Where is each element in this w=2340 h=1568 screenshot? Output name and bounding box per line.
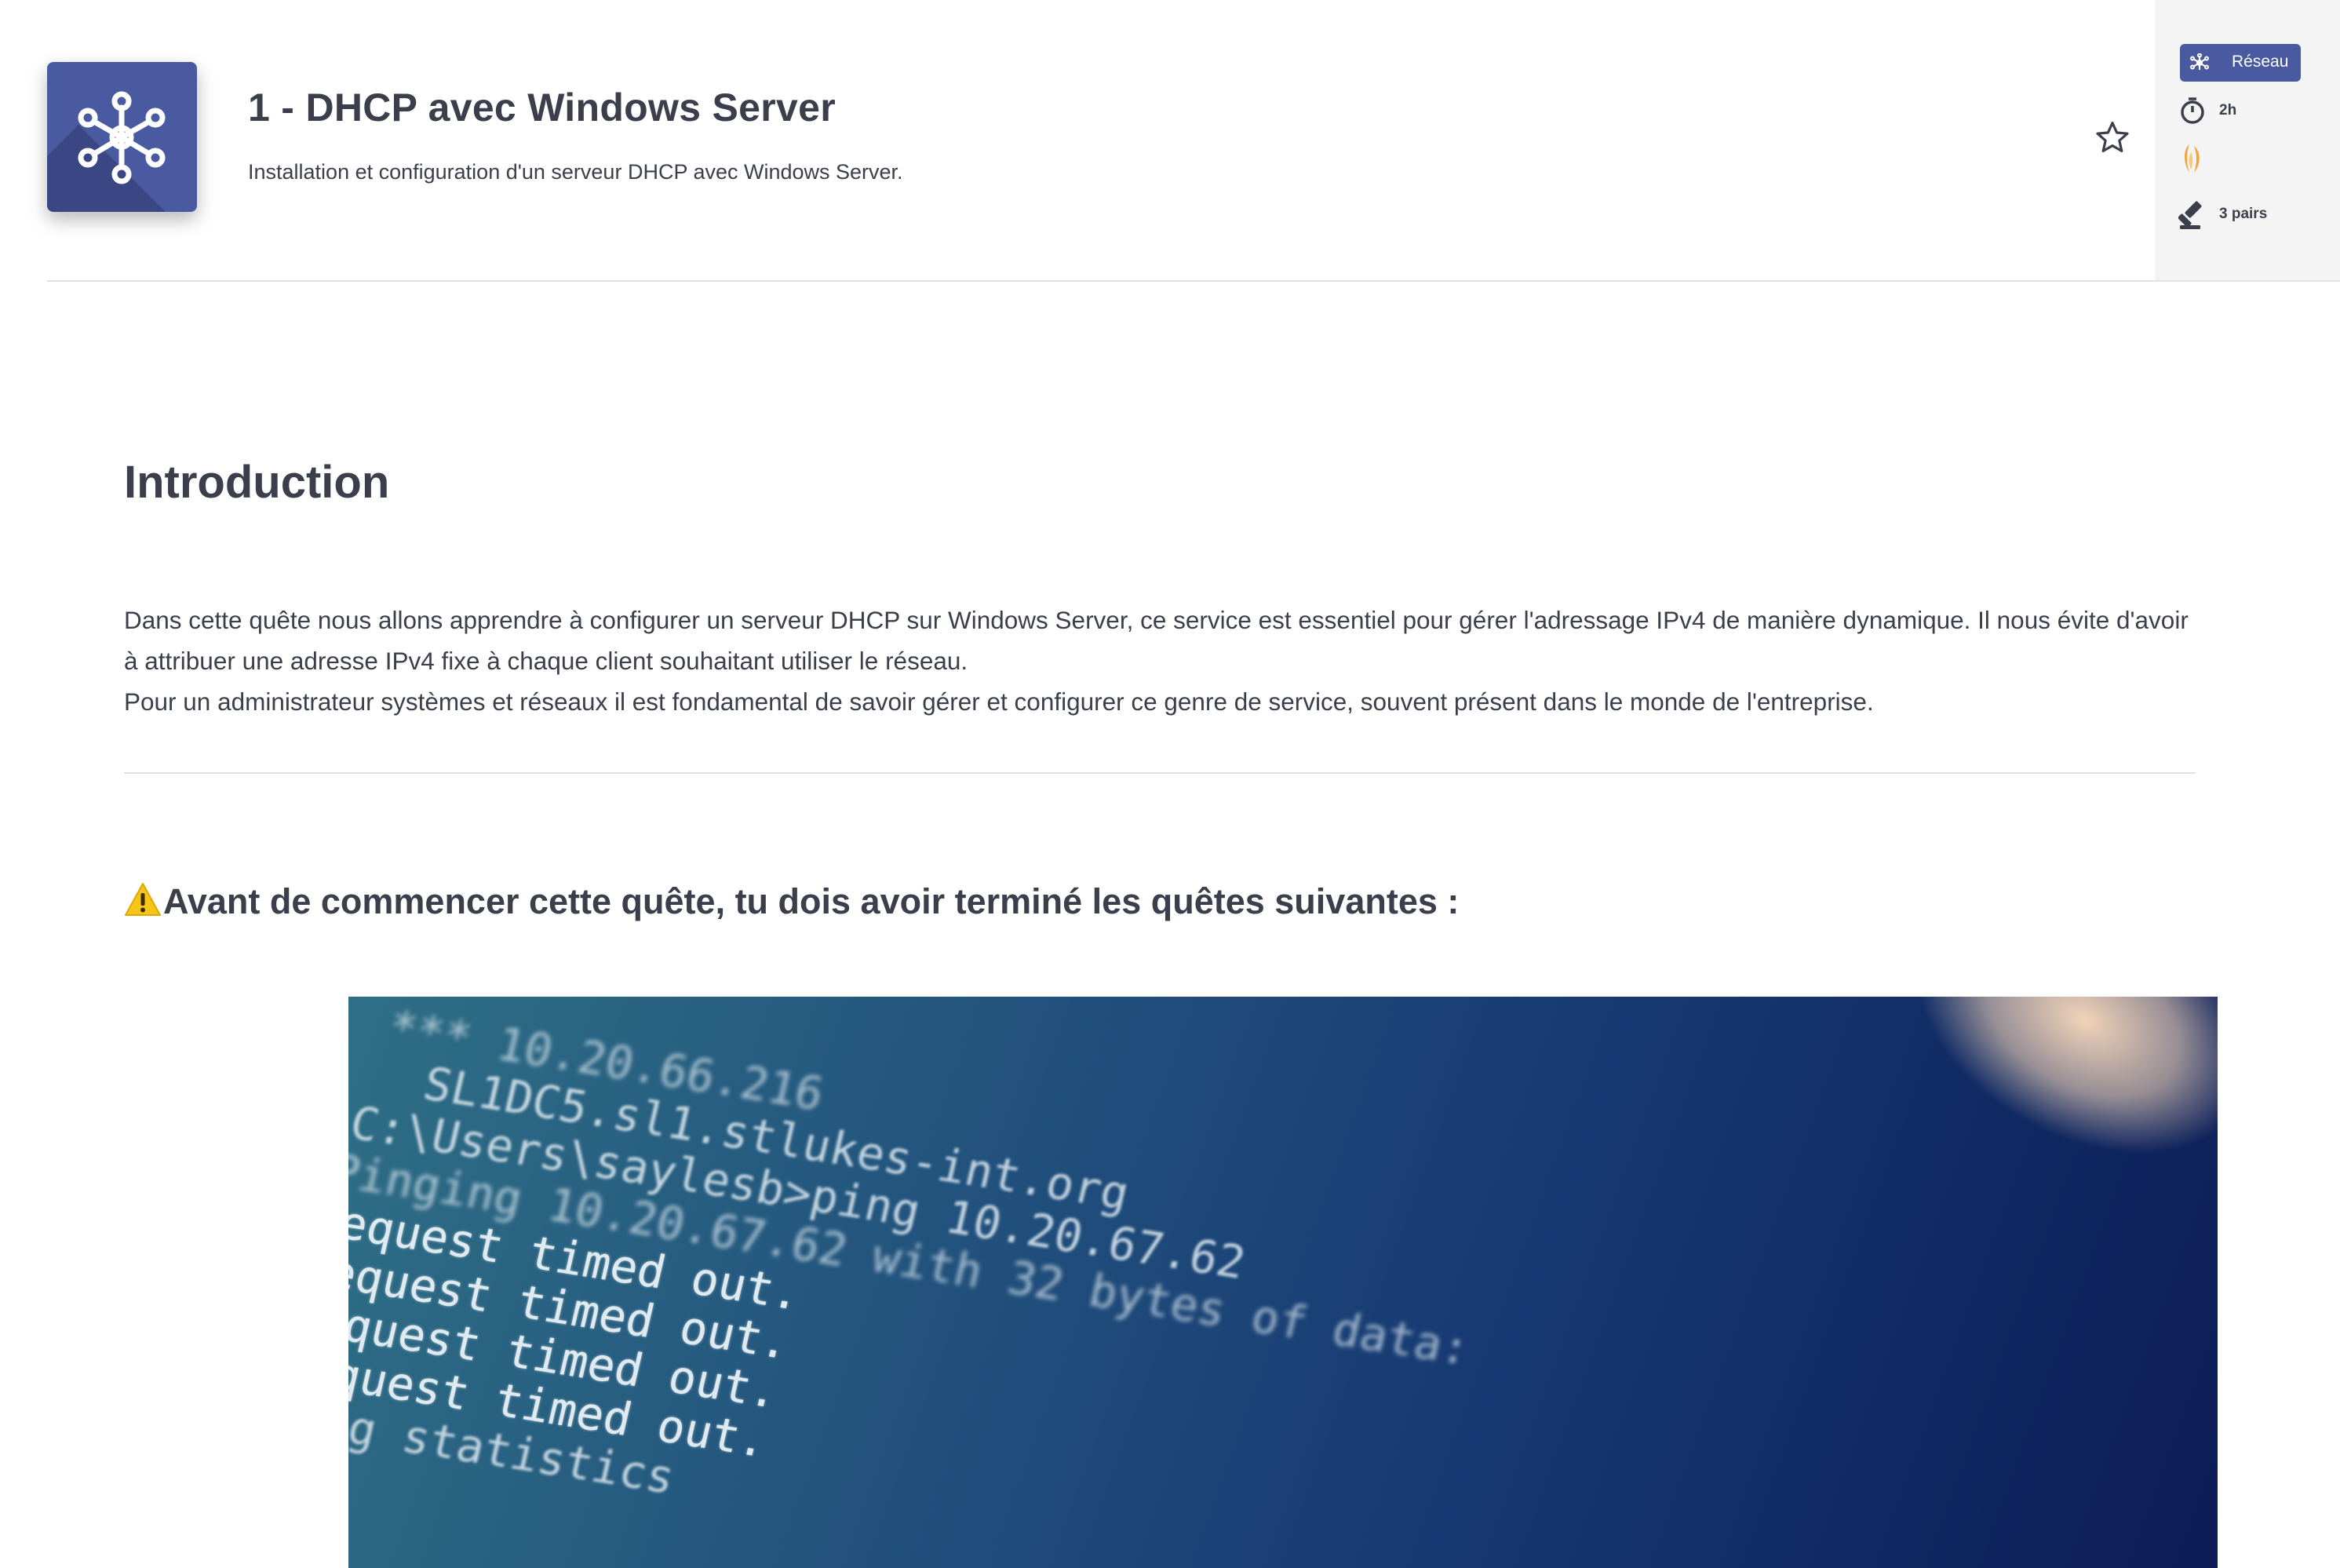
stopwatch-icon: [2181, 97, 2204, 124]
duration-value: 2h: [2219, 102, 2237, 119]
terminal-screenshot-image: *** 10.20.66.216 SL1DC5.sl1.stlukes-int.…: [348, 997, 2218, 1568]
section-title: Introduction: [124, 457, 390, 508]
gavel-icon: [2178, 201, 2202, 229]
content-divider: [124, 772, 2196, 774]
quest-header: 1 - DHCP avec Windows Server Installatio…: [0, 0, 2153, 281]
quest-subtitle: Installation et configuration d'un serve…: [248, 160, 903, 184]
warning-icon: [125, 883, 161, 916]
intro-paragraph-1: Dans cette quête nous allons apprendre à…: [124, 606, 2189, 675]
category-label: Réseau: [2232, 53, 2289, 71]
prerequisites-heading-text: Avant de commencer cette quête, tu dois …: [163, 881, 1460, 921]
quest-meta-panel: Réseau 2h 3 pairs: [2155, 0, 2340, 280]
prerequisites-heading: Avant de commencer cette quête, tu dois …: [124, 881, 1459, 922]
quest-title: 1 - DHCP avec Windows Server: [248, 86, 836, 129]
intro-paragraph-2: Pour un administrateur systèmes et résea…: [124, 687, 1874, 716]
category-badge[interactable]: Réseau: [2180, 44, 2301, 82]
star-outline-icon[interactable]: [2094, 119, 2131, 156]
intro-text: Dans cette quête nous allons apprendre à…: [124, 600, 2196, 722]
difficulty-level-icon: [2185, 144, 2200, 173]
header-divider: [47, 280, 2340, 282]
network-icon: [2190, 53, 2209, 70]
peers-value: 3 pairs: [2219, 206, 2268, 222]
network-hub-icon: [47, 62, 197, 212]
terminal-text: *** 10.20.66.216 SL1DC5.sl1.stlukes-int.…: [348, 997, 1508, 1568]
